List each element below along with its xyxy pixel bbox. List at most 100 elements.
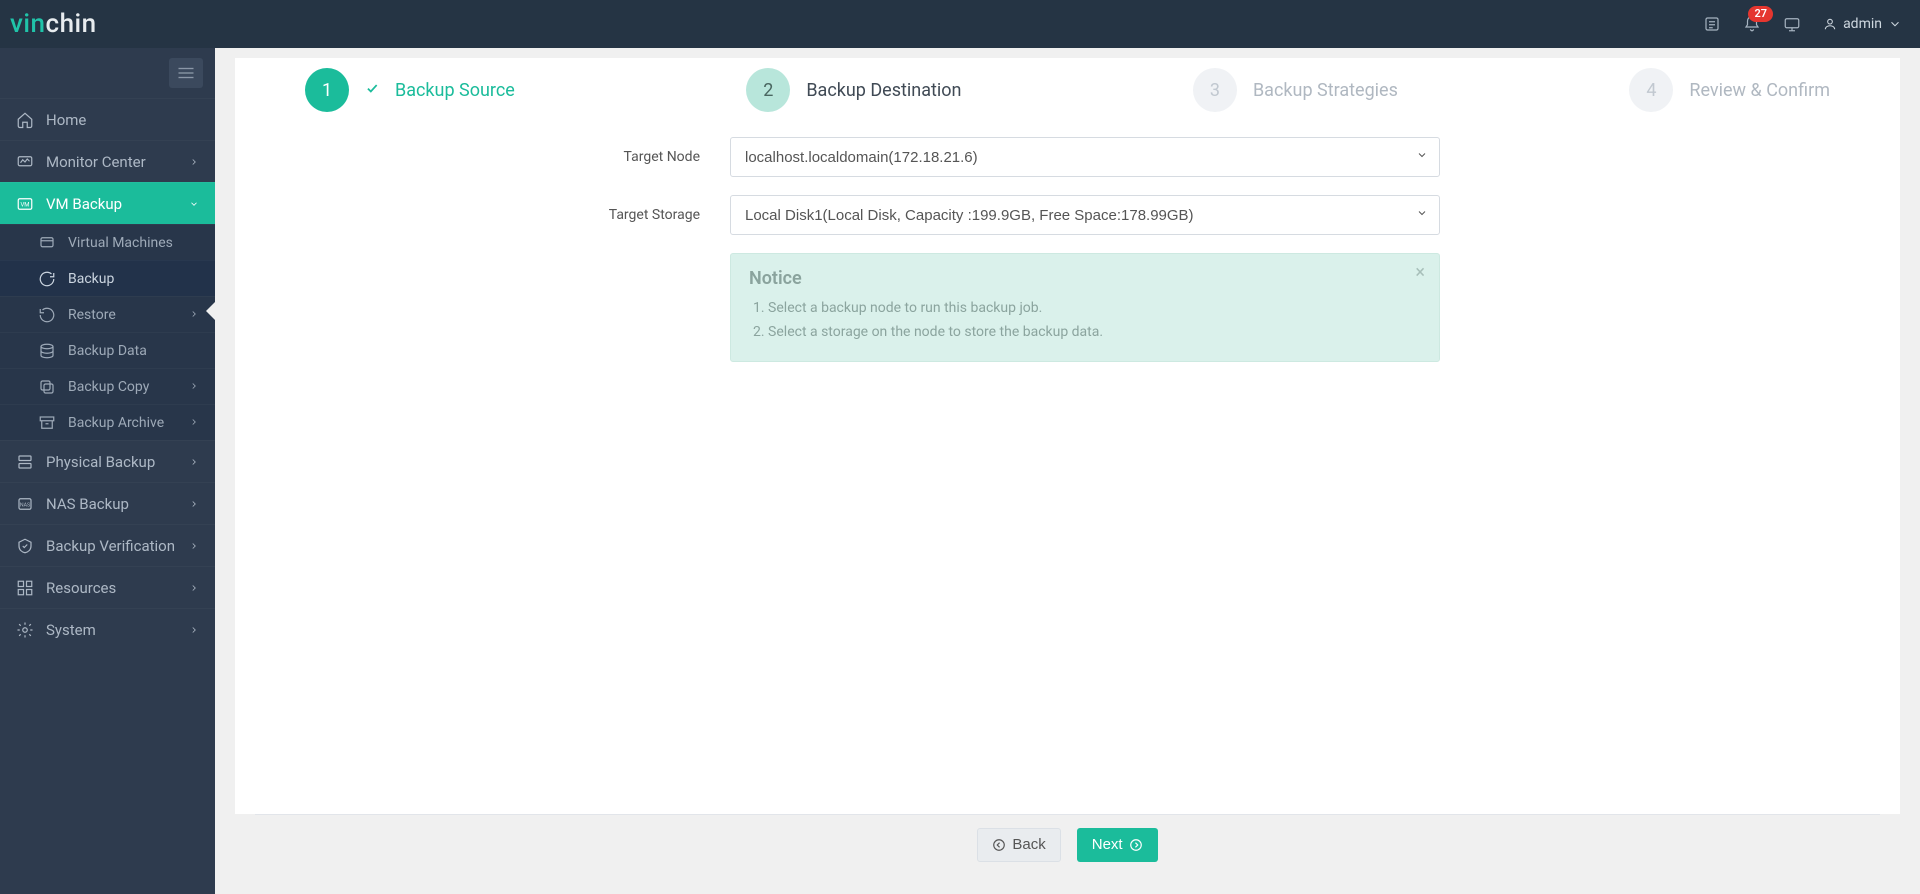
sidebar-subitem-backup-data: Backup Data	[0, 332, 215, 368]
wizard-panel: 1Backup Source 2Backup Destination 3 Backup…	[235, 58, 1900, 814]
backup-icon	[38, 270, 56, 288]
check-icon	[365, 81, 379, 99]
notice-title: Notice	[749, 268, 1421, 289]
step-circle: 1	[305, 68, 349, 112]
wizard-step-3: 3 Backup Strategies	[1193, 68, 1398, 112]
sidebar-item-system: System	[0, 608, 215, 650]
sidebar-item-label: VM Backup	[46, 195, 122, 213]
sidebar-link-physical-backup[interactable]: Physical Backup	[0, 440, 215, 482]
target-storage-row: Target Storage Local Disk1(Local Disk, C…	[235, 195, 1900, 235]
home-icon	[16, 111, 34, 129]
notifications-icon[interactable]: 27	[1743, 15, 1761, 33]
notification-badge: 27	[1748, 6, 1773, 22]
backup-data-icon	[38, 342, 56, 360]
sidebar-item-resources: Resources	[0, 566, 215, 608]
sidebar-item-backup-verification: Backup Verification	[0, 524, 215, 566]
content: 1Backup Source 2Backup Destination 3 Backup…	[215, 48, 1920, 894]
chevron-icon	[189, 153, 199, 171]
sidebar-toggle-row	[0, 48, 215, 98]
notice-line: Select a backup node to run this backup …	[753, 297, 1421, 321]
wizard-steps: 1Backup Source 2Backup Destination 3 Backup…	[235, 58, 1900, 132]
sidebar-link-restore[interactable]: Restore	[0, 296, 215, 332]
sidebar-item-vm-backup: VM VM Backup Virtual Machines Backup Restore…	[0, 182, 215, 440]
virtual-machines-icon	[38, 234, 56, 252]
notice-close[interactable]: ×	[1415, 264, 1425, 282]
sidebar-item-label: Home	[46, 111, 86, 129]
sidebar-link-backup-data[interactable]: Backup Data	[0, 332, 215, 368]
sidebar-toggle[interactable]	[169, 58, 203, 88]
target-node-label: Target Node	[235, 149, 730, 165]
logo-text: vinchin	[10, 9, 97, 39]
chevron-icon	[189, 621, 199, 639]
sidebar: Home Monitor Center VM VM Backup Virtual Mac…	[0, 48, 215, 894]
sidebar-subitem-backup: Backup	[0, 260, 215, 296]
chevron-icon	[189, 415, 199, 431]
subnav-vm-backup: Virtual Machines Backup Restore Backup Data…	[0, 224, 215, 440]
wizard-footer: Back Next	[255, 814, 1880, 874]
target-storage-select-wrap: Local Disk1(Local Disk, Capacity :199.9G…	[730, 195, 1440, 235]
physical-backup-icon	[16, 453, 34, 471]
sidebar-link-backup-copy[interactable]: Backup Copy	[0, 368, 215, 404]
sidebar-link-system[interactable]: System	[0, 608, 215, 650]
wizard-step-4: 4 Review & Confirm	[1629, 68, 1830, 112]
sidebar-link-home[interactable]: Home	[0, 98, 215, 140]
step-circle: 3	[1193, 68, 1237, 112]
sidebar-link-monitor-center[interactable]: Monitor Center	[0, 140, 215, 182]
sidebar-link-virtual-machines[interactable]: Virtual Machines	[0, 224, 215, 260]
chevron-icon	[189, 537, 199, 555]
wizard-step-1[interactable]: 1Backup Source	[305, 68, 515, 112]
back-button[interactable]: Back	[977, 828, 1060, 862]
jobs-icon[interactable]	[1703, 15, 1721, 33]
sidebar-item-monitor-center: Monitor Center	[0, 140, 215, 182]
step-label: Backup Destination	[806, 80, 961, 101]
vm-backup-icon: VM	[16, 195, 34, 213]
next-button[interactable]: Next	[1077, 828, 1158, 862]
form-area: Target Node localhost.localdomain(172.18…	[235, 132, 1900, 382]
wizard-step-2[interactable]: 2Backup Destination	[746, 68, 961, 112]
backup-copy-icon	[38, 378, 56, 396]
display-icon[interactable]	[1783, 15, 1801, 33]
chevron-icon	[189, 379, 199, 395]
step-circle: 4	[1629, 68, 1673, 112]
sidebar-item-label: Monitor Center	[46, 153, 146, 171]
svg-text:NAS: NAS	[20, 502, 30, 508]
monitor-center-icon	[16, 153, 34, 171]
sidebar-item-label: Backup Copy	[68, 379, 149, 395]
resources-icon	[16, 579, 34, 597]
user-label: admin	[1843, 16, 1882, 32]
target-node-row: Target Node localhost.localdomain(172.18…	[235, 137, 1900, 177]
sidebar-item-label: Restore	[68, 307, 116, 323]
target-node-select[interactable]: localhost.localdomain(172.18.21.6)	[730, 137, 1440, 177]
sidebar-item-nas-backup: NASNAS Backup	[0, 482, 215, 524]
notice-line: Select a storage on the node to store th…	[753, 321, 1421, 345]
sidebar-item-label: Backup Archive	[68, 415, 164, 431]
back-button-label: Back	[1012, 836, 1045, 853]
chevron-icon	[189, 495, 199, 513]
step-label: Backup Strategies	[1253, 80, 1398, 101]
sidebar-subitem-backup-copy: Backup Copy	[0, 368, 215, 404]
target-storage-label: Target Storage	[235, 207, 730, 223]
sidebar-link-backup-archive[interactable]: Backup Archive	[0, 404, 215, 440]
topbar-right: 27 admin	[1703, 15, 1902, 33]
sidebar-link-vm-backup[interactable]: VM VM Backup	[0, 182, 215, 224]
sidebar-link-resources[interactable]: Resources	[0, 566, 215, 608]
logo-pre: vin	[10, 9, 46, 39]
sidebar-link-backup-verification[interactable]: Backup Verification	[0, 524, 215, 566]
backup-verification-icon	[16, 537, 34, 555]
sidebar-item-label: System	[46, 621, 96, 639]
sidebar-item-label: Resources	[46, 579, 116, 597]
sidebar-item-physical-backup: Physical Backup	[0, 440, 215, 482]
chevron-icon	[189, 195, 199, 213]
step-label: Review & Confirm	[1689, 80, 1830, 101]
target-storage-select[interactable]: Local Disk1(Local Disk, Capacity :199.9G…	[730, 195, 1440, 235]
sidebar-item-label: Virtual Machines	[68, 235, 173, 251]
nas-backup-icon: NAS	[16, 495, 34, 513]
sidebar-item-label: Backup Verification	[46, 537, 175, 555]
sidebar-link-nas-backup[interactable]: NASNAS Backup	[0, 482, 215, 524]
user-menu[interactable]: admin	[1823, 16, 1902, 32]
logo: vinchin	[10, 0, 97, 48]
svg-text:VM: VM	[20, 201, 29, 208]
topbar: vinchin 27 admin	[0, 0, 1920, 48]
sidebar-link-backup[interactable]: Backup	[0, 260, 215, 296]
notice-list: Select a backup node to run this backup …	[749, 297, 1421, 345]
